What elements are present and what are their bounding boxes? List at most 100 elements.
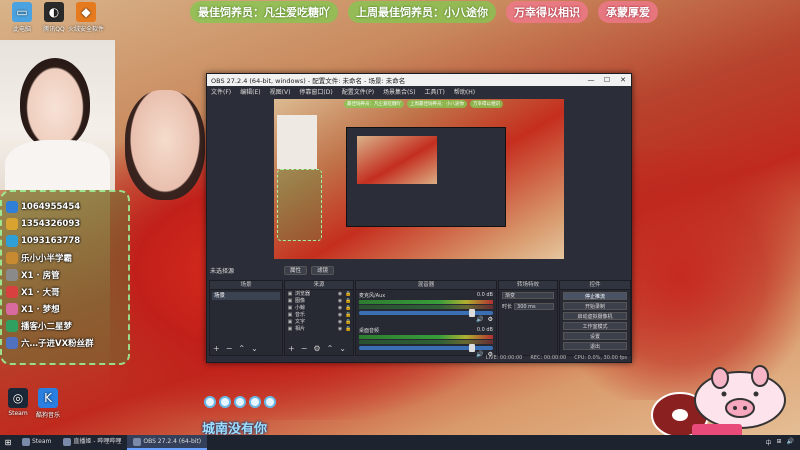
volume-slider[interactable] [359,309,493,317]
lock-icon[interactable]: 🔒 [345,319,351,325]
desktop-icon-label: Steam [8,410,28,417]
control-button[interactable]: 工作室模式 [563,322,627,330]
mixer-channel-name: 麦克风/Aux [359,293,386,299]
preview-banner-text: 最佳饲养员：凡尘爱吃糖吖 [344,100,404,108]
desktop-icon[interactable]: ◐ 腾讯QQ [36,2,72,33]
lock-icon[interactable]: 🔒 [345,305,351,311]
control-button[interactable]: 退出 [563,342,627,350]
filters-button[interactable]: 滤镜 [311,265,335,275]
minimize-icon[interactable]: — [583,76,599,84]
menu-item[interactable]: 停靠窗口(D) [299,87,332,96]
menu-item[interactable]: 视图(V) [270,87,291,96]
bubble-icon [204,396,216,408]
desktop-icon[interactable]: ▭ 此电脑 [4,2,40,33]
chevron-down-icon[interactable]: ⌄ [339,344,346,353]
status-item: CPU: 0.0%, 30.00 fps [574,354,627,361]
contact-text: X1 · 梦想 [21,304,60,315]
add-icon[interactable]: + [213,344,220,353]
volume-slider-handle[interactable] [469,309,475,317]
speaker-icon[interactable]: 🔊 [476,316,483,323]
source-item[interactable]: ▣ 音乐 ◉ 🔒 [285,311,353,319]
control-button[interactable]: 开始录制 [563,302,627,310]
taskbar-item[interactable]: OBS 27.2.4 (64-bit) [127,435,208,450]
eye-icon[interactable]: ◉ [337,312,343,318]
contact-text: 1354326093 [21,218,81,229]
chevron-up-icon[interactable]: ⌃ [238,344,245,353]
menu-item[interactable]: 文件(F) [211,87,231,96]
lock-icon[interactable]: 🔒 [345,291,351,297]
source-item[interactable]: ▣ 文字 ◉ 🔒 [285,318,353,326]
contact-text: 六…子进VX粉丝群 [21,338,94,349]
eye-icon[interactable]: ◉ [337,326,343,332]
source-type-icon: ▣ [287,318,293,325]
sources-title: 来源 [285,281,353,290]
tray-icon[interactable]: ⊞ [776,438,781,447]
control-button[interactable]: 停止推流 [563,292,627,300]
volume-slider[interactable] [359,344,493,352]
menu-item[interactable]: 工具(T) [425,87,445,96]
taskbar-item[interactable]: Steam [16,435,57,450]
maximize-icon[interactable]: ☐ [599,76,615,84]
eye-icon[interactable]: ◉ [337,298,343,304]
chevron-up-icon[interactable]: ⌃ [327,344,334,353]
menu-item[interactable]: 配置文件(P) [342,87,374,96]
tray-icon[interactable]: 中 [765,438,771,447]
volume-slider-handle[interactable] [469,344,475,352]
gear-icon[interactable]: ⚙ [488,316,493,323]
duration-label: 时长 [502,304,513,310]
menu-item[interactable]: 编辑(E) [240,87,260,96]
obs-menubar: 文件(F) 编辑(E) 视图(V) 停靠窗口(D) 配置文件(P) 场景集合(S) 工具(T… [207,86,631,97]
source-item[interactable]: ▣ 相片 ◉ 🔒 [285,325,353,333]
lock-icon[interactable]: 🔒 [345,326,351,332]
eye-icon[interactable]: ◉ [337,319,343,325]
menu-item[interactable]: 帮助(H) [454,87,475,96]
source-item[interactable]: ▣ 小鲸 ◉ 🔒 [285,304,353,312]
browser-icon [6,234,18,247]
duration-input[interactable]: 300 ms [514,303,554,310]
source-item[interactable]: ▣ 浏览器 ◉ 🔒 [285,290,353,298]
chevron-down-icon[interactable]: ⌄ [251,344,258,353]
remove-icon[interactable]: − [226,344,233,353]
lock-icon[interactable]: 🔒 [345,298,351,304]
mixer-channel-name: 桌面音频 [359,328,380,334]
mixer-icons: 🔊 ⚙ [359,316,493,323]
mixer-dock: 混音器 麦克风/Aux 0.0 dB 🔊 ⚙ 桌面音频 0.0 dB 🔊 ⚙ [355,280,497,358]
taskbar-item[interactable]: 直播姬 - 哔哩哔哩 [57,435,127,450]
source-name: 小鲸 [295,305,306,311]
remove-icon[interactable]: − [301,344,308,353]
control-button[interactable]: 启动虚拟摄像机 [563,312,627,320]
transition-select[interactable]: 渐变 [502,292,554,299]
close-icon[interactable]: ✕ [615,76,631,84]
source-item[interactable]: ▣ 图像 ◉ 🔒 [285,297,353,305]
stream-banner: 最佳饲养员：凡尘爱吃糖吖 上周最佳饲养员：小八途你 万幸得以相识 承蒙厚爱 [190,0,658,24]
add-icon[interactable]: + [288,344,295,353]
obs-source-toolbar: 未选择源 属性 滤镜 [207,264,631,276]
obs-titlebar[interactable]: OBS 27.2.4 (64-bit, windows) - 配置文件: 未命名… [207,74,631,86]
tray-icon[interactable]: 🔊 [787,438,794,447]
desktop-icon[interactable]: ◆ 火绒安全软件 [68,2,104,33]
qq-icon [6,200,18,213]
contact-text: 播客小二星梦 [21,321,73,332]
scene-item[interactable]: 场景 [212,292,280,300]
menu-item[interactable]: 场景集合(S) [383,87,416,96]
lock-icon[interactable]: 🔒 [345,312,351,318]
preview-banner: 最佳饲养员：凡尘爱吃糖吖 上周最佳饲养员：小八途你 万幸得以相识 [344,100,503,108]
properties-button[interactable]: 属性 [284,265,308,275]
bubble-icon [234,396,246,408]
eye-icon[interactable]: ◉ [337,305,343,311]
desktop-icon[interactable]: K 酷狗音乐 [30,388,66,419]
obs-preview[interactable]: 最佳饲养员：凡尘爱吃糖吖 上周最佳饲养员：小八途你 万幸得以相识 [274,99,564,259]
obs-window[interactable]: OBS 27.2.4 (64-bit, windows) - 配置文件: 未命名… [206,73,632,363]
preview-banner-text: 万幸得以相识 [470,100,503,108]
gear-icon[interactable]: ⚙ [313,344,320,353]
control-button[interactable]: 设置 [563,332,627,340]
contact-row: 1354326093 [6,215,124,232]
eye-icon[interactable]: ◉ [337,291,343,297]
transition-duration-row: 时长 300 ms [499,301,557,312]
bubble-icon [219,396,231,408]
system-tray: 中 ⊞ 🔊 [765,438,800,447]
vip-icon [6,217,18,230]
windows-start-icon[interactable]: ⊞ [0,438,16,447]
mixer-channel-header: 麦克风/Aux 0.0 dB [359,292,493,299]
obs-statusbar: LIVE: 00:00:00 REC: 00:00:00 CPU: 0.0%, 30… [207,353,631,362]
